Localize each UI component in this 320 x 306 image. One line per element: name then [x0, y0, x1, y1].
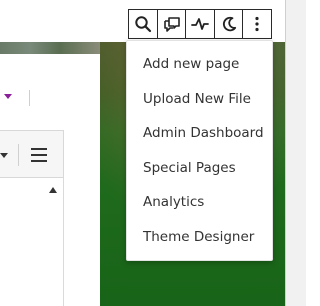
search-icon [135, 16, 152, 33]
more-options-button[interactable] [242, 9, 272, 39]
divider [29, 90, 30, 106]
chevron-down-icon[interactable] [0, 153, 8, 158]
chat-bubbles-icon [163, 17, 180, 32]
hamburger-menu-icon[interactable] [31, 148, 47, 162]
banner-image-strip [0, 42, 100, 54]
dark-mode-button[interactable] [213, 9, 244, 39]
menu-item-special-pages[interactable]: Special Pages [127, 151, 272, 186]
discussions-button[interactable] [156, 9, 187, 39]
activity-icon [191, 18, 209, 30]
moon-icon [222, 16, 236, 32]
menu-item-admin-dashboard[interactable]: Admin Dashboard [127, 116, 272, 151]
chevron-down-icon[interactable] [4, 94, 12, 99]
scroll-up-icon[interactable] [49, 187, 57, 193]
menu-item-analytics[interactable]: Analytics [127, 185, 272, 220]
recent-activity-button[interactable] [185, 9, 215, 39]
menu-item-upload-new-file[interactable]: Upload New File [127, 82, 272, 117]
top-toolbar [128, 9, 274, 39]
menu-item-add-new-page[interactable]: Add new page [127, 47, 272, 82]
more-vertical-icon [255, 16, 259, 32]
search-button[interactable] [128, 9, 158, 39]
side-panel [0, 178, 64, 306]
more-options-dropdown: Add new page Upload New File Admin Dashb… [126, 40, 273, 261]
menu-item-theme-designer[interactable]: Theme Designer [127, 220, 272, 255]
window-scrollbar[interactable] [285, 0, 306, 306]
divider [18, 144, 19, 166]
